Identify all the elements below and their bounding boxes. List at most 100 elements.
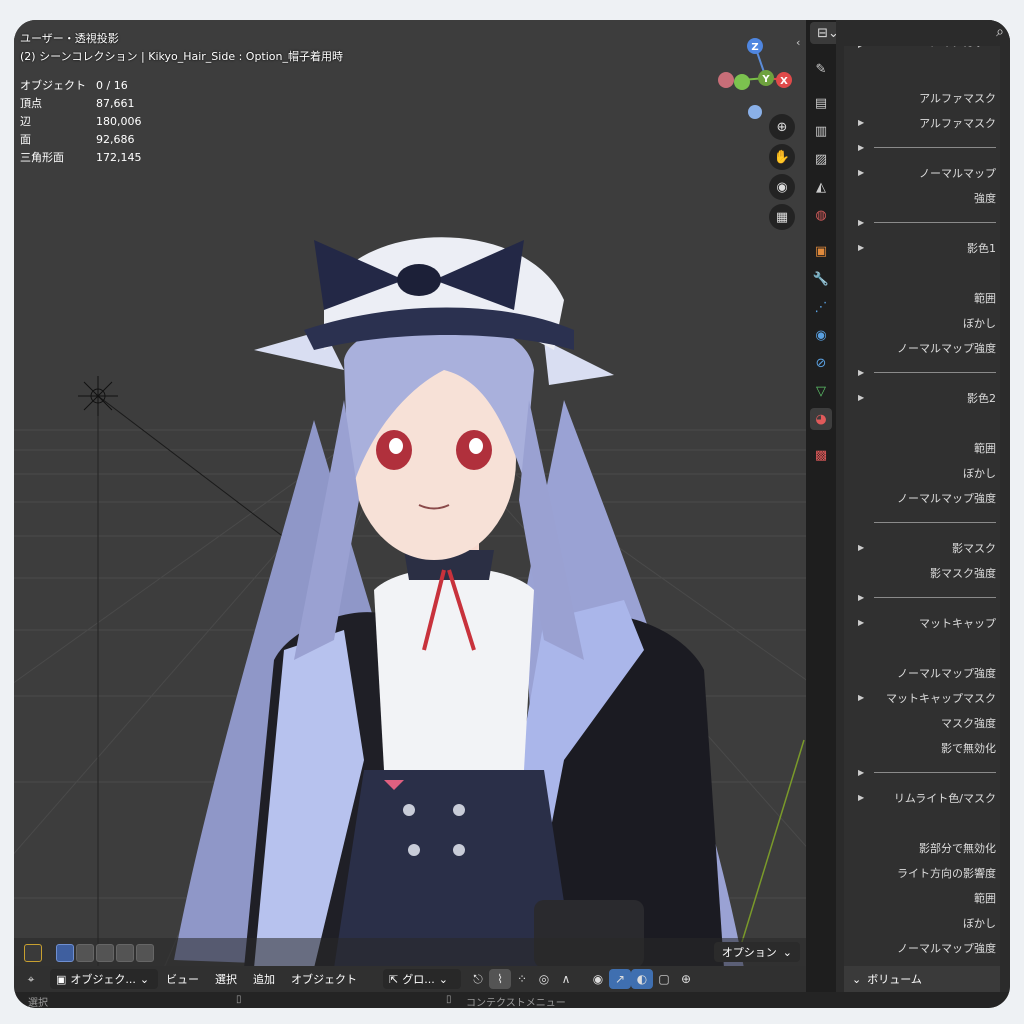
- property-row[interactable]: 範囲: [844, 885, 1000, 910]
- property-row[interactable]: ▶ マットキャップマスク: [844, 685, 1000, 710]
- chevron-left-icon[interactable]: ‹: [796, 36, 800, 49]
- expand-arrow-icon[interactable]: ▶: [858, 618, 864, 627]
- modifier-icon[interactable]: 🔧: [810, 268, 832, 290]
- transform-orientation-dropdown[interactable]: ⇱ グロ... ⌄: [383, 969, 461, 989]
- expand-arrow-icon[interactable]: ▶: [858, 218, 864, 227]
- property-row[interactable]: ノーマルマップ強度: [844, 935, 1000, 960]
- property-row[interactable]: ライト方向の影響度: [844, 860, 1000, 885]
- menu-view[interactable]: ビュー: [166, 971, 199, 987]
- expand-arrow-icon[interactable]: ▶: [858, 793, 864, 802]
- editor-type-icon[interactable]: ⌖: [20, 969, 42, 989]
- property-row[interactable]: 影部分で無効化: [844, 835, 1000, 860]
- orientation-icon: ⇱: [389, 972, 399, 986]
- property-row[interactable]: ノーマルマップ強度: [844, 335, 1000, 360]
- physics-icon[interactable]: ◉: [810, 324, 832, 346]
- volume-panel-header[interactable]: ⌄ ボリューム: [844, 966, 1000, 992]
- search-icon[interactable]: ⌕: [996, 24, 1004, 40]
- material-icon[interactable]: ◕: [810, 408, 832, 430]
- falloff-icon[interactable]: ∧: [555, 969, 577, 989]
- constraints-icon[interactable]: ⊘: [810, 352, 832, 374]
- property-row[interactable]: ぼかし: [844, 460, 1000, 485]
- options-dropdown[interactable]: オプション ⌄: [713, 942, 800, 962]
- property-row[interactable]: ▶: [844, 585, 1000, 610]
- menu-add[interactable]: 追加: [253, 971, 275, 987]
- expand-arrow-icon[interactable]: ▶: [858, 593, 864, 602]
- expand-arrow-icon[interactable]: ▶: [858, 243, 864, 252]
- world-icon[interactable]: ◍: [810, 204, 832, 226]
- property-row[interactable]: [844, 260, 1000, 285]
- property-row[interactable]: ノーマルマップ強度: [844, 485, 1000, 510]
- property-row[interactable]: [844, 810, 1000, 835]
- property-row[interactable]: ▶ ノーマルマップ: [844, 160, 1000, 185]
- tool-icon[interactable]: ✎: [810, 58, 832, 80]
- select-tool-icon[interactable]: [24, 944, 42, 962]
- property-row[interactable]: 影マスク強度: [844, 560, 1000, 585]
- xray-icon[interactable]: ▢: [653, 969, 675, 989]
- object-icon[interactable]: ▣: [810, 240, 832, 262]
- output-icon[interactable]: ▥: [810, 120, 832, 142]
- expand-arrow-icon[interactable]: ▶: [858, 393, 864, 402]
- expand-arrow-icon[interactable]: ▶: [858, 768, 864, 777]
- property-row[interactable]: ノーマルマップ強度: [844, 660, 1000, 685]
- expand-arrow-icon[interactable]: ▶: [858, 693, 864, 702]
- property-row[interactable]: 範囲: [844, 285, 1000, 310]
- property-row[interactable]: [844, 410, 1000, 435]
- property-row[interactable]: アルファマスク: [844, 85, 1000, 110]
- chevron-down-icon: ⌄: [852, 972, 862, 986]
- property-row[interactable]: 影で無効化: [844, 735, 1000, 760]
- snap-target-icon[interactable]: ⁘: [511, 969, 533, 989]
- hand-pan-icon[interactable]: ✋: [769, 144, 795, 170]
- property-row[interactable]: ▶ マットキャップ: [844, 610, 1000, 635]
- shading-wire-icon[interactable]: ⊕: [675, 969, 697, 989]
- select-mode-new-icon[interactable]: [56, 944, 74, 962]
- snap-icon[interactable]: ⌇: [489, 969, 511, 989]
- scene-icon[interactable]: ◭: [810, 176, 832, 198]
- property-row[interactable]: ▶ 影色2: [844, 385, 1000, 410]
- property-label: 範囲: [974, 891, 996, 905]
- expand-arrow-icon[interactable]: ▶: [858, 168, 864, 177]
- property-row[interactable]: ▶ アルファマスク: [844, 110, 1000, 135]
- property-label: アルファマスク: [919, 116, 996, 130]
- select-mode-extend-icon[interactable]: [76, 944, 94, 962]
- menu-select[interactable]: 選択: [215, 971, 237, 987]
- view-layer-icon[interactable]: ▨: [810, 148, 832, 170]
- data-icon[interactable]: ▽: [810, 380, 832, 402]
- particles-icon[interactable]: ⋰: [810, 296, 832, 318]
- property-row[interactable]: 強度: [844, 185, 1000, 210]
- property-row[interactable]: ▶: [844, 135, 1000, 160]
- property-row[interactable]: ▶ 影色1: [844, 235, 1000, 260]
- property-row[interactable]: ▶: [844, 760, 1000, 785]
- select-mode-invert-icon[interactable]: [116, 944, 134, 962]
- mode-dropdown[interactable]: ▣ オブジェク... ⌄: [50, 969, 158, 989]
- render-icon[interactable]: ▤: [810, 92, 832, 114]
- zoom-icon[interactable]: ⊕: [769, 114, 795, 140]
- property-row[interactable]: ぼかし: [844, 910, 1000, 935]
- property-row[interactable]: ▶: [844, 360, 1000, 385]
- overlay-toggle-icon[interactable]: ◐: [631, 969, 653, 989]
- property-row[interactable]: 範囲: [844, 435, 1000, 460]
- menu-object[interactable]: オブジェクト: [291, 971, 357, 987]
- property-row[interactable]: [844, 510, 1000, 535]
- expand-arrow-icon[interactable]: ▶: [858, 368, 864, 377]
- gizmo-toggle-icon[interactable]: ↗: [609, 969, 631, 989]
- proportional-edit-icon[interactable]: ◎: [533, 969, 555, 989]
- select-mode-subtract-icon[interactable]: [96, 944, 114, 962]
- expand-arrow-icon[interactable]: ▶: [858, 543, 864, 552]
- texture-icon[interactable]: ▩: [810, 444, 832, 466]
- property-row[interactable]: ▶ 影マスク: [844, 535, 1000, 560]
- property-row[interactable]: [844, 635, 1000, 660]
- property-row[interactable]: マスク強度: [844, 710, 1000, 735]
- navigation-gizmo[interactable]: Z Y X: [714, 28, 804, 128]
- visibility-icon[interactable]: ◉: [587, 969, 609, 989]
- camera-icon[interactable]: ◉: [769, 174, 795, 200]
- 3d-viewport[interactable]: ユーザー・透視投影 (2) シーンコレクション | Kikyo_Hair_Sid…: [14, 20, 806, 968]
- property-row[interactable]: ▶: [844, 210, 1000, 235]
- property-row[interactable]: ぼかし: [844, 310, 1000, 335]
- chevron-down-icon: ⌄: [782, 945, 792, 959]
- pivot-icon[interactable]: ⎋: [467, 969, 489, 989]
- expand-arrow-icon[interactable]: ▶: [858, 118, 864, 127]
- expand-arrow-icon[interactable]: ▶: [858, 143, 864, 152]
- property-row[interactable]: ▶ リムライト色/マスク: [844, 785, 1000, 810]
- grid-perspective-icon[interactable]: ▦: [769, 204, 795, 230]
- select-mode-intersect-icon[interactable]: [136, 944, 154, 962]
